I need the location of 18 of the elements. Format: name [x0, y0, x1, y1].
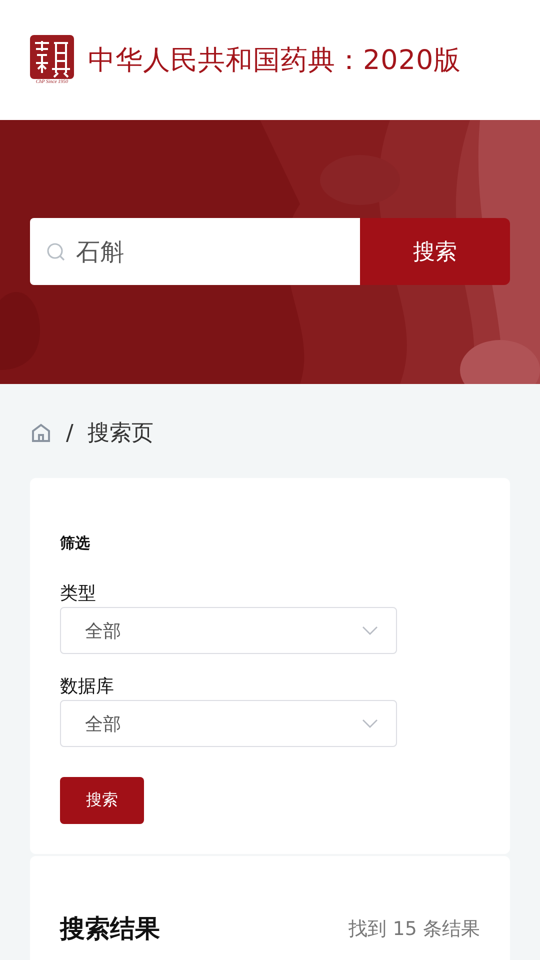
- filter-title: 筛选: [60, 534, 91, 553]
- search-icon: [46, 242, 66, 262]
- field-label: 数据库: [60, 675, 115, 698]
- chevron-down-icon: [362, 718, 378, 728]
- results-count: 找到 15 条结果: [348, 916, 480, 942]
- field-label: 类型: [60, 582, 97, 605]
- dropdown-field[interactable]: 全部: [60, 607, 397, 654]
- results-title: 搜索结果: [60, 913, 160, 945]
- breadcrumb-current: 搜索页: [87, 420, 154, 448]
- search-field[interactable]: 石斛: [30, 218, 360, 285]
- chevron-down-icon: [362, 626, 378, 636]
- site-title: 中华人民共和国药典：2020版: [88, 44, 462, 78]
- breadcrumb-separator: /: [66, 420, 74, 446]
- home-icon[interactable]: [30, 422, 52, 444]
- search-button[interactable]: 搜索: [360, 218, 510, 285]
- dropdown-field[interactable]: 全部: [60, 700, 397, 747]
- search-button[interactable]: 搜索: [60, 777, 144, 824]
- seal-logo-icon: [30, 35, 74, 79]
